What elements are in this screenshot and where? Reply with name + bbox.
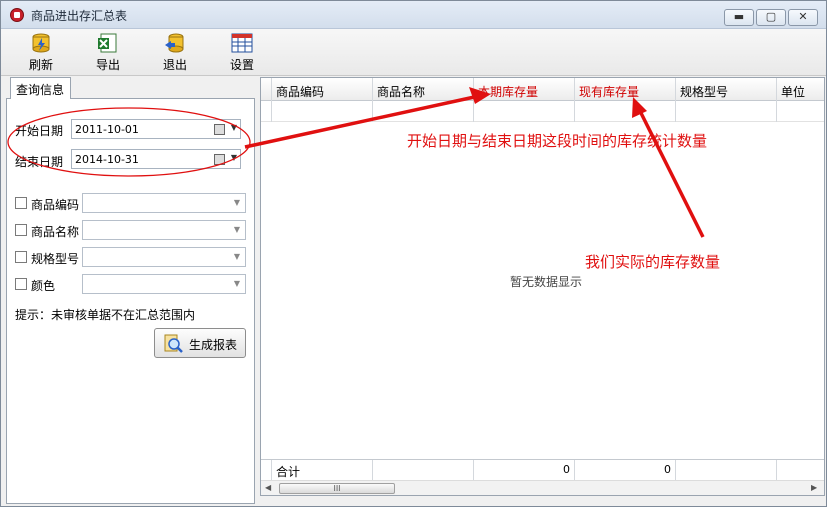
refresh-icon [32,33,50,53]
excel-icon [98,33,117,53]
product-name-combo[interactable]: ▼ [82,220,246,240]
settings-label: 设置 [229,58,254,72]
maximize-button[interactable]: ▢ [756,9,786,26]
column-header-period-stock[interactable]: 本期库存量 [473,78,574,101]
product-code-checkbox[interactable] [15,197,27,209]
scroll-left-icon[interactable]: ◀ [265,483,271,492]
end-date-value: 2014-10-31 [75,153,139,166]
chevron-down-icon[interactable]: ▼ [231,153,237,162]
color-label: 颜色 [31,279,56,293]
title-bar: 商品进出存汇总表 ▬ ▢ ✕ [1,1,826,29]
product-code-combo[interactable]: ▼ [82,193,246,213]
query-panel: 开始日期 2011-10-01 ▼ 结束日期 2014-10-31 ▼ 商品编码… [6,98,255,504]
export-label: 导出 [95,58,120,72]
column-header-product-name[interactable]: 商品名称 [372,78,473,101]
refresh-button[interactable]: 刷新 [18,32,64,74]
generate-report-label: 生成报表 [189,338,238,352]
spec-model-combo[interactable]: ▼ [82,247,246,267]
empty-state-text: 暂无数据显示 [510,275,583,289]
generate-report-button[interactable]: 生成报表 [154,328,246,358]
chevron-down-icon[interactable]: ▼ [234,252,240,261]
color-checkbox[interactable] [15,278,27,290]
start-date-field[interactable]: 2011-10-01 ▼ [71,119,241,139]
period-stock-total: 0 [473,460,574,481]
toolbar: 刷新 导出 退出 设置 [1,29,826,76]
app-icon [10,8,24,22]
refresh-label: 刷新 [28,58,53,72]
table-row[interactable] [261,101,824,122]
scroll-right-icon[interactable]: ▶ [811,483,817,492]
total-label: 合计 [271,460,372,481]
product-code-label: 商品编码 [31,198,80,212]
window-title: 商品进出存汇总表 [31,9,128,23]
exit-button[interactable]: 退出 [152,32,198,74]
export-button[interactable]: 导出 [85,32,131,74]
product-name-checkbox[interactable] [15,224,27,236]
current-stock-total: 0 [574,460,675,481]
total-row: 合计 0 0 [261,459,824,481]
exit-label: 退出 [162,58,187,72]
table-cell[interactable] [574,101,675,122]
table-cell[interactable] [776,101,824,122]
report-window: 商品进出存汇总表 ▬ ▢ ✕ 刷新 导出 退出 设置 查询信息 开始日期 201… [0,0,827,507]
table-cell [675,460,776,481]
start-date-label: 开始日期 [15,124,64,138]
column-header-product-code[interactable]: 商品编码 [271,78,372,101]
table-cell[interactable] [372,101,473,122]
end-date-field[interactable]: 2014-10-31 ▼ [71,149,241,169]
color-combo[interactable]: ▼ [82,274,246,294]
spec-model-label: 规格型号 [31,252,80,266]
exit-icon [165,33,184,53]
table-cell [372,460,473,481]
magnifier-icon [164,334,183,353]
product-name-label: 商品名称 [31,225,80,239]
table-cell[interactable] [271,101,372,122]
end-date-label: 结束日期 [15,155,64,169]
period-stock-annotation: 开始日期与结束日期这段时间的库存统计数量 [407,132,708,150]
start-date-value: 2011-10-01 [75,123,139,136]
hint-text: 提示：未审核单据不在汇总范围内 [15,308,196,322]
settings-button[interactable]: 设置 [219,32,265,74]
horizontal-scrollbar[interactable]: ◀ III ▶ [261,480,824,495]
table-cell [776,460,824,481]
chevron-down-icon[interactable]: ▼ [234,225,240,234]
spec-model-checkbox[interactable] [15,251,27,263]
tab-query-info[interactable]: 查询信息 [10,77,71,99]
column-header-current-stock[interactable]: 现有库存量 [574,78,675,101]
minimize-button[interactable]: ▬ [724,9,754,26]
table-cell[interactable] [473,101,574,122]
column-header-unit[interactable]: 单位 [776,78,824,101]
chevron-down-icon[interactable]: ▼ [231,123,237,132]
chevron-down-icon[interactable]: ▼ [234,279,240,288]
calendar-icon[interactable] [214,124,225,135]
chevron-down-icon[interactable]: ▼ [234,198,240,207]
column-header-spec-model[interactable]: 规格型号 [675,78,776,101]
calendar-icon[interactable] [214,154,225,165]
current-stock-annotation: 我们实际的库存数量 [585,253,721,271]
close-button[interactable]: ✕ [788,9,818,26]
table-settings-icon [231,33,253,53]
scroll-thumb[interactable]: III [279,483,395,494]
table-cell[interactable] [675,101,776,122]
grid-header: 商品编码 商品名称 本期库存量 现有库存量 规格型号 单位 [261,78,824,101]
